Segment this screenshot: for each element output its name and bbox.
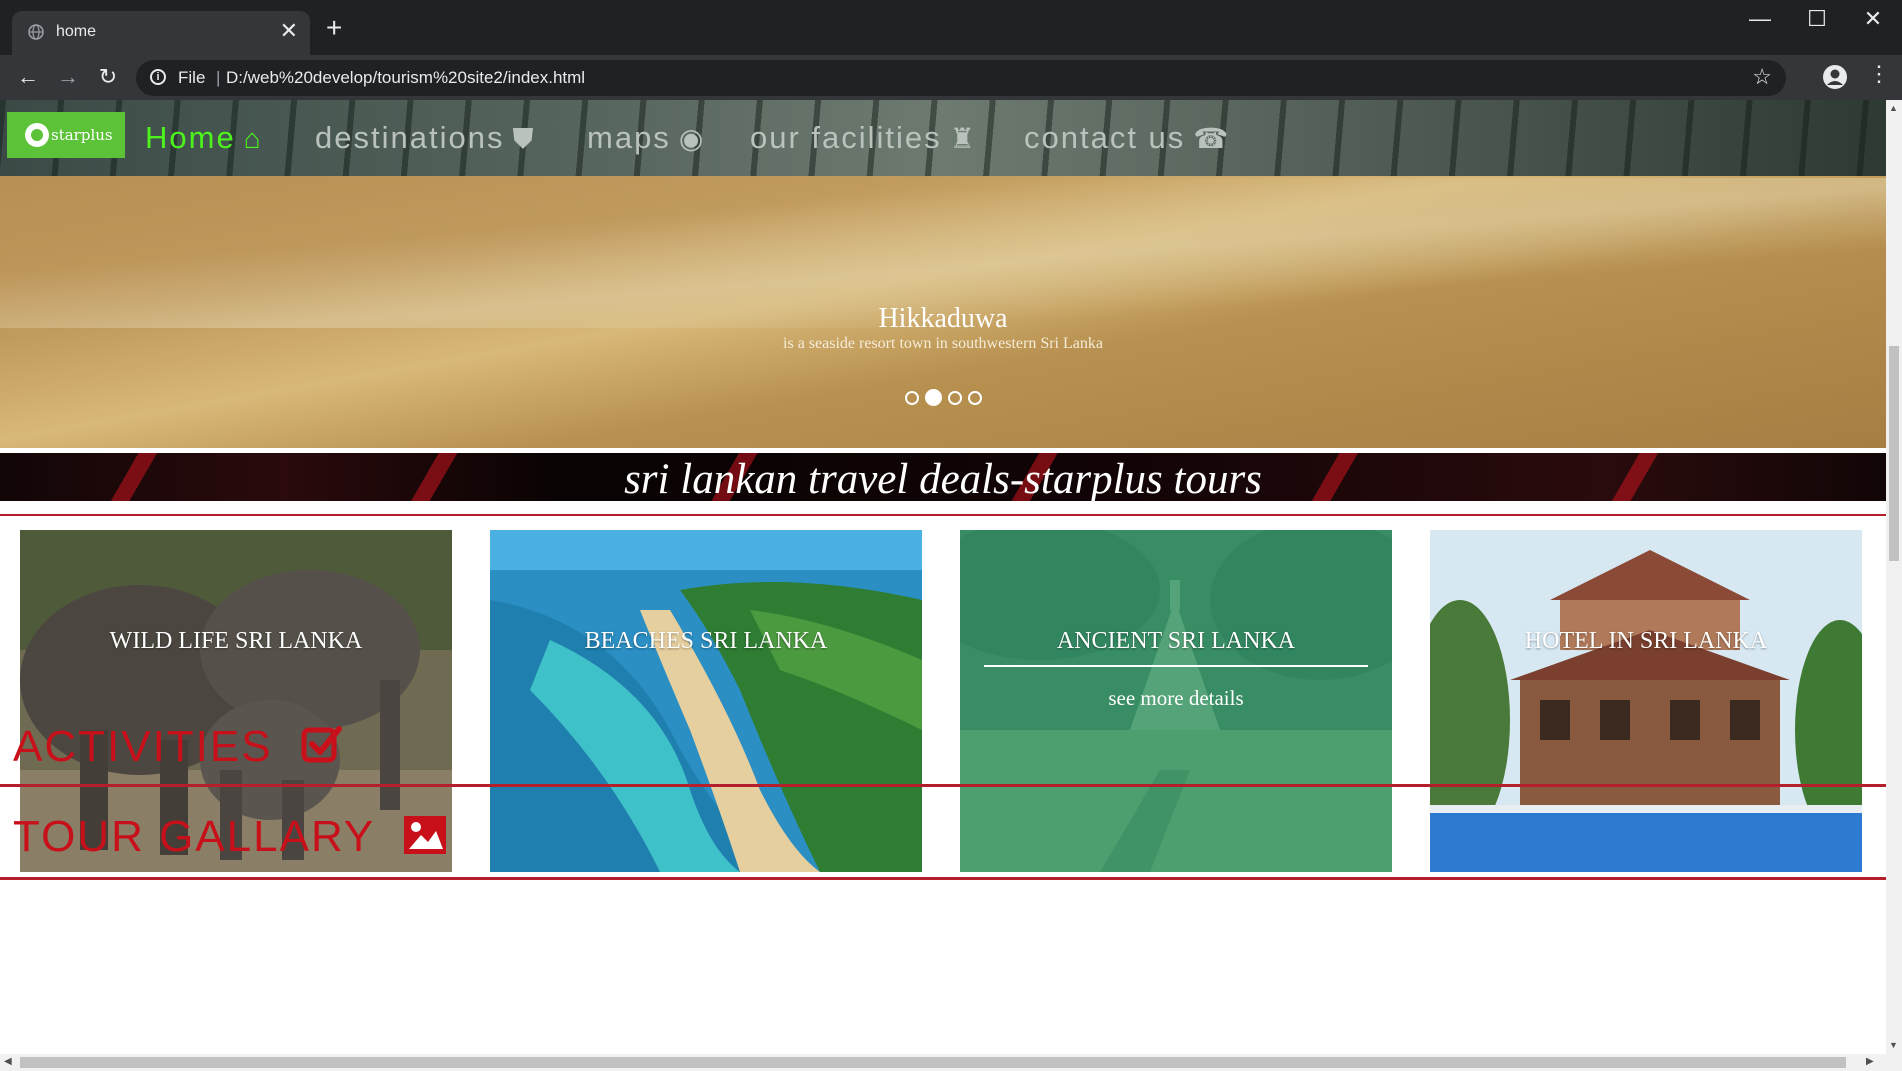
scroll-down-icon[interactable]: ▼ [1889, 1040, 1898, 1050]
slider-dots [905, 389, 988, 407]
nav-link-our-facilities[interactable]: our facilities ♜ [750, 120, 977, 156]
site-info-icon[interactable]: i [150, 69, 166, 85]
road-icon: ⛊ [512, 123, 536, 154]
address-bar[interactable]: i File | D:/web%20develop/tourism%20site… [136, 60, 1786, 96]
nav-link-label: maps [587, 120, 671, 155]
card-title: ANCIENT SRI LANKA [1056, 628, 1296, 654]
check-square-icon [301, 726, 342, 763]
card-ancient[interactable]: ANCIENT SRI LANKA see more details [960, 530, 1392, 872]
browser-toolbar: ← → ↻ i File | D:/web%20develop/tourism%… [0, 55, 1902, 100]
new-tab-button[interactable]: + [326, 14, 342, 42]
nav-link-label: contact us [1024, 120, 1186, 155]
globe-icon [28, 24, 44, 40]
nav-link-home[interactable]: Home ⌂ [145, 120, 263, 156]
card-divider [984, 665, 1368, 667]
eye-icon: ◉ [678, 123, 706, 154]
hotel-pool-image [1430, 530, 1862, 872]
beach-aerial-image [490, 530, 922, 872]
activities-heading: ACTIVITIES [13, 722, 343, 772]
card-beaches[interactable]: BEACHES SRI LANKA [490, 530, 922, 872]
card-title: WILD LIFE SRI LANKA [109, 628, 363, 654]
slide-subtitle: is a seaside resort town in southwestern… [783, 335, 1103, 352]
back-button[interactable]: ← [14, 63, 42, 91]
activities-divider [0, 784, 1886, 787]
tab-title: home [56, 23, 97, 40]
logo-text: starplus [51, 126, 113, 144]
slider-dot[interactable] [905, 390, 919, 405]
reload-button[interactable]: ↻ [94, 63, 122, 91]
nav-link-label: destinations [315, 120, 505, 155]
scroll-right-icon[interactable]: ▶ [1866, 1056, 1874, 1067]
nav-link-maps[interactable]: maps ◉ [587, 120, 705, 156]
card-title: BEACHES SRI LANKA [584, 628, 828, 654]
site-navbar: starplus Home ⌂ destinations ⛊ maps ◉ our faci… [0, 100, 1886, 176]
activities-label: ACTIVITIES [13, 722, 273, 771]
card-title: HOTEL IN SRI LANKA [1524, 628, 1768, 654]
nav-link-label: our facilities [750, 120, 942, 155]
slider-dot[interactable] [925, 389, 942, 407]
deals-banner: sri lankan travel deals-starplus tours [0, 453, 1886, 501]
slide-title: Hikkaduwa [878, 303, 1008, 334]
starplus-logo[interactable]: starplus [7, 112, 125, 158]
close-window-button[interactable]: ✕ [1853, 6, 1893, 32]
minimize-button[interactable]: — [1740, 6, 1780, 32]
address-scheme: File [178, 68, 206, 87]
slider-dot[interactable] [968, 390, 982, 405]
gallery-label: TOUR GALLARY [13, 812, 375, 861]
tab-strip: home ✕ + — ☐ ✕ [0, 0, 1902, 55]
maximize-button[interactable]: ☐ [1797, 6, 1837, 32]
slider-dot[interactable] [948, 390, 962, 405]
bookmark-star-icon[interactable]: ☆ [1752, 64, 1772, 90]
picture-icon [403, 816, 446, 854]
horizontal-scroll-thumb[interactable] [20, 1057, 1846, 1068]
logo-swirl-icon [25, 123, 49, 147]
address-separator: | [216, 68, 221, 87]
gallery-heading: TOUR GALLARY [13, 812, 447, 862]
tab-close-icon[interactable]: ✕ [280, 20, 298, 42]
nav-link-label: Home [145, 120, 236, 155]
card-hotel[interactable]: HOTEL IN SRI LANKA [1430, 530, 1862, 872]
phone-icon: ☎ [1193, 123, 1231, 154]
home-icon: ⌂ [243, 123, 263, 154]
nav-link-destinations[interactable]: destinations ⛊ [315, 120, 535, 156]
banner-title: sri lankan travel deals-starplus tours [624, 456, 1262, 501]
forward-button[interactable]: → [54, 63, 82, 91]
profile-icon[interactable] [1822, 64, 1848, 90]
nav-link-contact-us[interactable]: contact us ☎ [1024, 120, 1230, 156]
browser-tab-home[interactable]: home ✕ [12, 11, 310, 55]
divider-line [0, 514, 1886, 516]
horizontal-scrollbar[interactable]: ◀ ▶ [0, 1054, 1902, 1071]
vertical-scroll-thumb[interactable] [1889, 346, 1899, 561]
page-viewport: Hikkaduwa is a seaside resort town in so… [0, 100, 1886, 1054]
gallery-divider [0, 877, 1886, 880]
see-more-link[interactable]: see more details [960, 686, 1392, 711]
browser-menu-icon[interactable]: ⋮ [1868, 61, 1890, 87]
vertical-scrollbar[interactable]: ▲ ▼ [1886, 100, 1902, 1054]
scroll-up-icon[interactable]: ▲ [1889, 103, 1898, 113]
address-url[interactable]: D:/web%20develop/tourism%20site2/index.h… [226, 68, 585, 88]
scroll-left-icon[interactable]: ◀ [4, 1056, 12, 1067]
bell-icon: ♜ [949, 123, 977, 154]
